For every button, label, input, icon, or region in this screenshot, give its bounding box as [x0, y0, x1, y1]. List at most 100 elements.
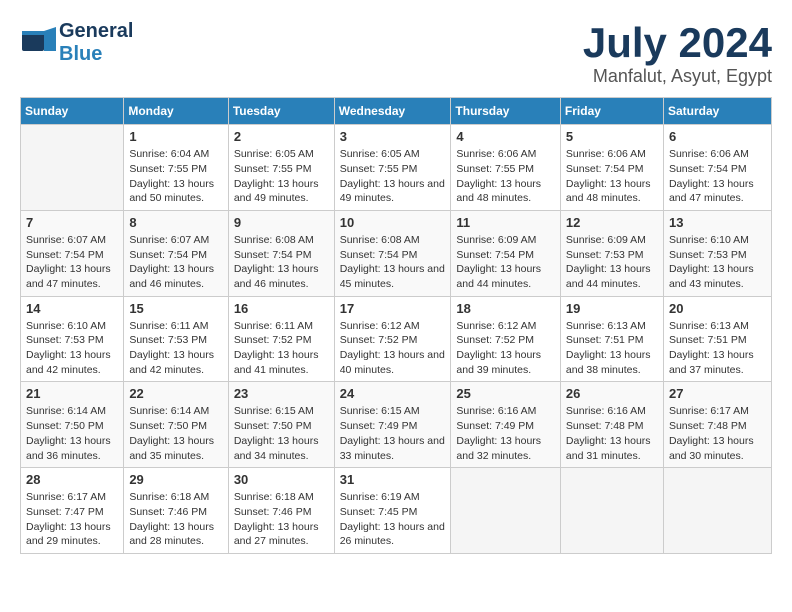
calendar-cell	[560, 468, 663, 554]
day-number: 2	[234, 129, 329, 144]
day-number: 23	[234, 386, 329, 401]
day-info: Sunrise: 6:18 AMSunset: 7:46 PMDaylight:…	[129, 490, 222, 549]
calendar-cell: 15 Sunrise: 6:11 AMSunset: 7:53 PMDayligh…	[124, 296, 228, 382]
day-info: Sunrise: 6:13 AMSunset: 7:51 PMDaylight:…	[566, 319, 658, 378]
calendar-cell: 13 Sunrise: 6:10 AMSunset: 7:53 PMDayligh…	[663, 210, 771, 296]
calendar-cell: 8Sunrise: 6:07 AMSunset: 7:54 PMDaylight…	[124, 210, 228, 296]
calendar-week-3: 14 Sunrise: 6:10 AMSunset: 7:53 PMDayligh…	[21, 296, 772, 382]
calendar-cell: 16Sunrise: 6:11 AMSunset: 7:52 PMDayligh…	[228, 296, 334, 382]
calendar-week-2: 7 Sunrise: 6:07 AMSunset: 7:54 PMDaylight…	[21, 210, 772, 296]
day-info: Sunrise: 6:07 AMSunset: 7:54 PMDaylight:…	[26, 233, 118, 292]
calendar-cell	[663, 468, 771, 554]
day-number: 1	[129, 129, 222, 144]
day-info: Sunrise: 6:08 AMSunset: 7:54 PMDaylight:…	[234, 233, 329, 292]
day-number: 24	[340, 386, 446, 401]
day-info: Sunrise: 6:10 AMSunset: 7:53 PMDaylight:…	[26, 319, 118, 378]
day-info: Sunrise: 6:14 AMSunset: 7:50 PMDaylight:…	[26, 404, 118, 463]
day-number: 9	[234, 215, 329, 230]
day-number: 30	[234, 472, 329, 487]
day-number: 15	[129, 301, 222, 316]
day-number: 12	[566, 215, 658, 230]
day-info: Sunrise: 6:05 AMSunset: 7:55 PMDaylight:…	[340, 147, 446, 206]
day-number: 16	[234, 301, 329, 316]
calendar-cell: 18 Sunrise: 6:12 AMSunset: 7:52 PMDayligh…	[451, 296, 561, 382]
calendar-body: 1 Sunrise: 6:04 AMSunset: 7:55 PMDaylight…	[21, 125, 772, 554]
day-header-saturday: Saturday	[663, 98, 771, 125]
day-header-monday: Monday	[124, 98, 228, 125]
day-info: Sunrise: 6:17 AMSunset: 7:47 PMDaylight:…	[26, 490, 118, 549]
day-info: Sunrise: 6:05 AMSunset: 7:55 PMDaylight:…	[234, 147, 329, 206]
day-info: Sunrise: 6:19 AMSunset: 7:45 PMDaylight:…	[340, 490, 446, 549]
calendar-cell: 11 Sunrise: 6:09 AMSunset: 7:54 PMDayligh…	[451, 210, 561, 296]
day-info: Sunrise: 6:16 AMSunset: 7:48 PMDaylight:…	[566, 404, 658, 463]
logo-general-text: General	[59, 20, 133, 42]
calendar-cell: 31 Sunrise: 6:19 AMSunset: 7:45 PMDayligh…	[334, 468, 451, 554]
calendar-week-5: 28Sunrise: 6:17 AMSunset: 7:47 PMDayligh…	[21, 468, 772, 554]
day-number: 27	[669, 386, 766, 401]
calendar-cell: 3 Sunrise: 6:05 AMSunset: 7:55 PMDaylight…	[334, 125, 451, 211]
day-number: 21	[26, 386, 118, 401]
day-number: 10	[340, 215, 446, 230]
calendar-cell: 29 Sunrise: 6:18 AMSunset: 7:46 PMDayligh…	[124, 468, 228, 554]
day-info: Sunrise: 6:09 AMSunset: 7:54 PMDaylight:…	[456, 233, 555, 292]
day-info: Sunrise: 6:11 AMSunset: 7:53 PMDaylight:…	[129, 319, 222, 378]
calendar-cell	[451, 468, 561, 554]
day-number: 18	[456, 301, 555, 316]
day-number: 22	[129, 386, 222, 401]
calendar-cell: 20 Sunrise: 6:13 AMSunset: 7:51 PMDayligh…	[663, 296, 771, 382]
day-info: Sunrise: 6:12 AMSunset: 7:52 PMDaylight:…	[456, 319, 555, 378]
calendar-cell: 25 Sunrise: 6:16 AMSunset: 7:49 PMDayligh…	[451, 382, 561, 468]
day-info: Sunrise: 6:06 AMSunset: 7:54 PMDaylight:…	[669, 147, 766, 206]
calendar-subtitle: Manfalut, Asyut, Egypt	[583, 66, 772, 87]
day-info: Sunrise: 6:18 AMSunset: 7:46 PMDaylight:…	[234, 490, 329, 549]
day-number: 19	[566, 301, 658, 316]
calendar-cell: 17 Sunrise: 6:12 AMSunset: 7:52 PMDayligh…	[334, 296, 451, 382]
calendar-cell: 19 Sunrise: 6:13 AMSunset: 7:51 PMDayligh…	[560, 296, 663, 382]
day-info: Sunrise: 6:12 AMSunset: 7:52 PMDaylight:…	[340, 319, 446, 378]
day-header-tuesday: Tuesday	[228, 98, 334, 125]
day-number: 4	[456, 129, 555, 144]
calendar-cell	[21, 125, 124, 211]
day-info: Sunrise: 6:15 AMSunset: 7:49 PMDaylight:…	[340, 404, 446, 463]
calendar-cell: 28Sunrise: 6:17 AMSunset: 7:47 PMDayligh…	[21, 468, 124, 554]
day-info: Sunrise: 6:14 AMSunset: 7:50 PMDaylight:…	[129, 404, 222, 463]
calendar-cell: 4Sunrise: 6:06 AMSunset: 7:55 PMDaylight…	[451, 125, 561, 211]
day-number: 25	[456, 386, 555, 401]
day-info: Sunrise: 6:09 AMSunset: 7:53 PMDaylight:…	[566, 233, 658, 292]
day-header-friday: Friday	[560, 98, 663, 125]
calendar-cell: 1 Sunrise: 6:04 AMSunset: 7:55 PMDaylight…	[124, 125, 228, 211]
day-header-wednesday: Wednesday	[334, 98, 451, 125]
day-info: Sunrise: 6:16 AMSunset: 7:49 PMDaylight:…	[456, 404, 555, 463]
calendar-cell: 26 Sunrise: 6:16 AMSunset: 7:48 PMDayligh…	[560, 382, 663, 468]
day-header-sunday: Sunday	[21, 98, 124, 125]
calendar-cell: 2 Sunrise: 6:05 AMSunset: 7:55 PMDaylight…	[228, 125, 334, 211]
calendar-cell: 12 Sunrise: 6:09 AMSunset: 7:53 PMDayligh…	[560, 210, 663, 296]
day-info: Sunrise: 6:04 AMSunset: 7:55 PMDaylight:…	[129, 147, 222, 206]
calendar-cell: 23Sunrise: 6:15 AMSunset: 7:50 PMDayligh…	[228, 382, 334, 468]
calendar-title: July 2024	[583, 20, 772, 66]
day-number: 8	[129, 215, 222, 230]
day-info: Sunrise: 6:13 AMSunset: 7:51 PMDaylight:…	[669, 319, 766, 378]
day-number: 3	[340, 129, 446, 144]
day-number: 14	[26, 301, 118, 316]
day-number: 11	[456, 215, 555, 230]
page-header: General Blue July 2024 Manfalut, Asyut, …	[20, 20, 772, 87]
calendar-cell: 30 Sunrise: 6:18 AMSunset: 7:46 PMDayligh…	[228, 468, 334, 554]
calendar-cell: 5Sunrise: 6:06 AMSunset: 7:54 PMDaylight…	[560, 125, 663, 211]
calendar-cell: 24 Sunrise: 6:15 AMSunset: 7:49 PMDayligh…	[334, 382, 451, 468]
day-number: 31	[340, 472, 446, 487]
day-number: 17	[340, 301, 446, 316]
day-number: 13	[669, 215, 766, 230]
day-info: Sunrise: 6:10 AMSunset: 7:53 PMDaylight:…	[669, 233, 766, 292]
day-info: Sunrise: 6:08 AMSunset: 7:54 PMDaylight:…	[340, 233, 446, 292]
day-number: 26	[566, 386, 658, 401]
calendar-cell: 14 Sunrise: 6:10 AMSunset: 7:53 PMDayligh…	[21, 296, 124, 382]
calendar-cell: 22 Sunrise: 6:14 AMSunset: 7:50 PMDayligh…	[124, 382, 228, 468]
calendar-cell: 6Sunrise: 6:06 AMSunset: 7:54 PMDaylight…	[663, 125, 771, 211]
day-number: 29	[129, 472, 222, 487]
calendar-week-4: 21 Sunrise: 6:14 AMSunset: 7:50 PMDayligh…	[21, 382, 772, 468]
day-info: Sunrise: 6:06 AMSunset: 7:54 PMDaylight:…	[566, 147, 658, 206]
day-number: 7	[26, 215, 118, 230]
day-number: 20	[669, 301, 766, 316]
logo: General Blue	[20, 20, 133, 66]
